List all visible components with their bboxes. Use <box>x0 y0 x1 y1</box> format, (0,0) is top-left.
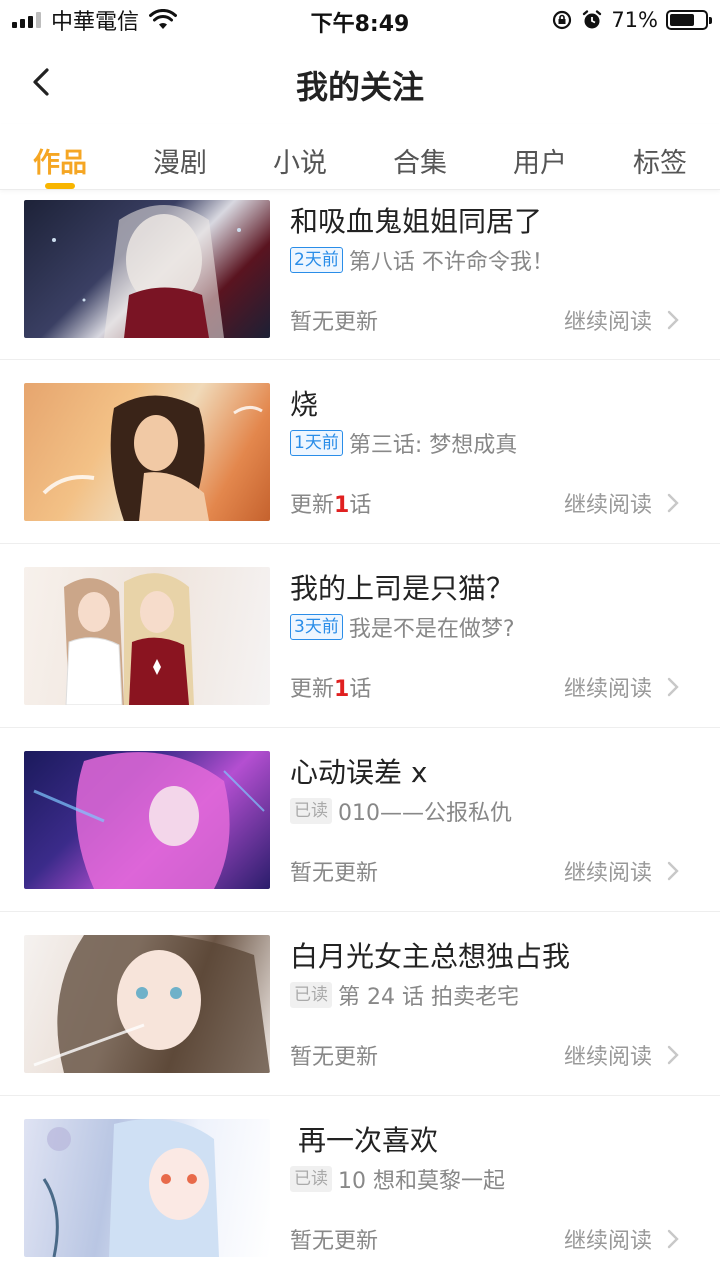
item-meta: 1天前 第三话: 梦想成真 <box>290 427 517 459</box>
chevron-right-icon <box>667 677 679 697</box>
list-item[interactable]: 再一次喜欢 已读 10 想和莫黎一起 暂无更新 继续阅读 <box>0 1096 720 1280</box>
update-status-text: 暂无更新 <box>290 1045 379 1070</box>
item-title[interactable]: 和吸血鬼姐姐同居了 <box>290 200 542 240</box>
update-status: 暂无更新 <box>290 304 378 336</box>
continue-reading-button[interactable]: 继续阅读 <box>564 487 680 519</box>
continue-reading-label: 继续阅读 <box>563 1229 652 1254</box>
tab-comic-drama[interactable]: 漫剧 <box>120 124 240 189</box>
continue-reading-button[interactable]: 继续阅读 <box>564 1223 680 1255</box>
chevron-right-icon <box>667 1229 679 1249</box>
time-badge: 1天前 <box>290 430 343 456</box>
item-title[interactable]: 再一次喜欢 <box>298 1119 438 1159</box>
tab-collection[interactable]: 合集 <box>360 124 480 189</box>
continue-reading-label: 继续阅读 <box>563 310 652 335</box>
latest-chapter: 10 想和莫黎一起 <box>338 1169 505 1194</box>
update-status: 暂无更新 <box>290 855 378 887</box>
nav-bar: 我的关注 <box>0 40 720 124</box>
latest-chapter: 第 24 话 拍卖老宅 <box>338 985 519 1010</box>
cover-image[interactable] <box>24 751 270 889</box>
list-item[interactable]: 烧 1天前 第三话: 梦想成真 更新1话 继续阅读 <box>0 360 720 544</box>
update-status-text: 暂无更新 <box>290 861 379 886</box>
chevron-right-icon <box>667 310 679 330</box>
update-status-text: 暂无更新 <box>290 1229 379 1254</box>
continue-reading-button[interactable]: 继续阅读 <box>564 671 680 703</box>
continue-reading-label: 继续阅读 <box>563 1045 652 1070</box>
item-title[interactable]: 白月光女主总想独占我 <box>290 935 570 975</box>
continue-reading-label: 继续阅读 <box>563 677 652 702</box>
update-count: 1 <box>334 677 350 702</box>
status-bar: 中華電信 下午8:49 71% <box>0 0 720 40</box>
update-count: 1 <box>334 493 350 518</box>
continue-reading-button[interactable]: 继续阅读 <box>564 1039 680 1071</box>
cover-image[interactable] <box>24 383 270 521</box>
chevron-right-icon <box>667 493 679 513</box>
item-title[interactable]: 我的上司是只猫？ <box>290 567 514 607</box>
item-meta: 3天前 我是不是在做梦? <box>290 611 515 643</box>
continue-reading-label: 继续阅读 <box>563 861 652 886</box>
continue-reading-button[interactable]: 继续阅读 <box>564 855 680 887</box>
read-badge: 已读 <box>290 982 332 1008</box>
item-meta: 已读 第 24 话 拍卖老宅 <box>290 979 519 1011</box>
update-status-text: 暂无更新 <box>290 310 379 335</box>
time-badge: 2天前 <box>290 247 343 273</box>
latest-chapter: 第八话 不许命令我！ <box>348 250 554 275</box>
read-badge: 已读 <box>290 1166 332 1192</box>
update-status: 暂无更新 <box>290 1223 378 1255</box>
read-badge: 已读 <box>290 798 332 824</box>
update-status-text: 更新 <box>290 493 335 518</box>
latest-chapter: 我是不是在做梦? <box>348 617 515 642</box>
update-status-text: 更新 <box>290 677 335 702</box>
update-status: 暂无更新 <box>290 1039 378 1071</box>
continue-reading-label: 继续阅读 <box>563 493 652 518</box>
cover-image[interactable] <box>24 200 270 338</box>
item-meta: 已读 010——公报私仇 <box>290 795 512 827</box>
tab-bar: 作品 漫剧 小说 合集 用户 标签 <box>0 124 720 190</box>
continue-reading-button[interactable]: 继续阅读 <box>564 304 680 336</box>
item-meta: 已读 10 想和莫黎一起 <box>290 1163 505 1195</box>
rotation-lock-icon <box>553 10 572 30</box>
list-item[interactable]: 和吸血鬼姐姐同居了 2天前 第八话 不许命令我！ 暂无更新 继续阅读 <box>0 192 720 360</box>
alarm-icon <box>583 10 602 29</box>
chevron-right-icon <box>667 1045 679 1065</box>
update-status: 更新1话 <box>290 487 371 519</box>
page-title: 我的关注 <box>295 68 424 106</box>
battery-icon <box>666 10 712 30</box>
cover-image[interactable] <box>24 935 270 1073</box>
update-unit: 话 <box>349 677 372 702</box>
item-meta: 2天前 第八话 不许命令我！ <box>290 244 554 276</box>
latest-chapter: 010——公报私仇 <box>338 801 512 826</box>
status-right: 71% <box>551 6 712 34</box>
update-unit: 话 <box>349 493 372 518</box>
follow-list: 和吸血鬼姐姐同居了 2天前 第八话 不许命令我！ 暂无更新 继续阅读 烧 1天前 <box>0 192 720 1280</box>
update-status: 更新1话 <box>290 671 371 703</box>
item-title[interactable]: 心动误差 x <box>290 751 427 791</box>
tab-users[interactable]: 用户 <box>480 124 600 189</box>
cover-image[interactable] <box>24 567 270 705</box>
time-badge: 3天前 <box>290 614 343 640</box>
list-item[interactable]: 心动误差 x 已读 010——公报私仇 暂无更新 继续阅读 <box>0 728 720 912</box>
tab-tags[interactable]: 标签 <box>600 124 720 189</box>
tab-works[interactable]: 作品 <box>0 124 120 189</box>
item-title[interactable]: 烧 <box>290 383 318 423</box>
latest-chapter: 第三话: 梦想成真 <box>348 433 518 458</box>
list-item[interactable]: 我的上司是只猫？ 3天前 我是不是在做梦? 更新1话 继续阅读 <box>0 544 720 728</box>
tab-novel[interactable]: 小说 <box>240 124 360 189</box>
cover-image[interactable] <box>24 1119 270 1257</box>
list-item[interactable]: 白月光女主总想独占我 已读 第 24 话 拍卖老宅 暂无更新 继续阅读 <box>0 912 720 1096</box>
chevron-right-icon <box>667 861 679 881</box>
battery-percent: 71% <box>611 8 658 32</box>
